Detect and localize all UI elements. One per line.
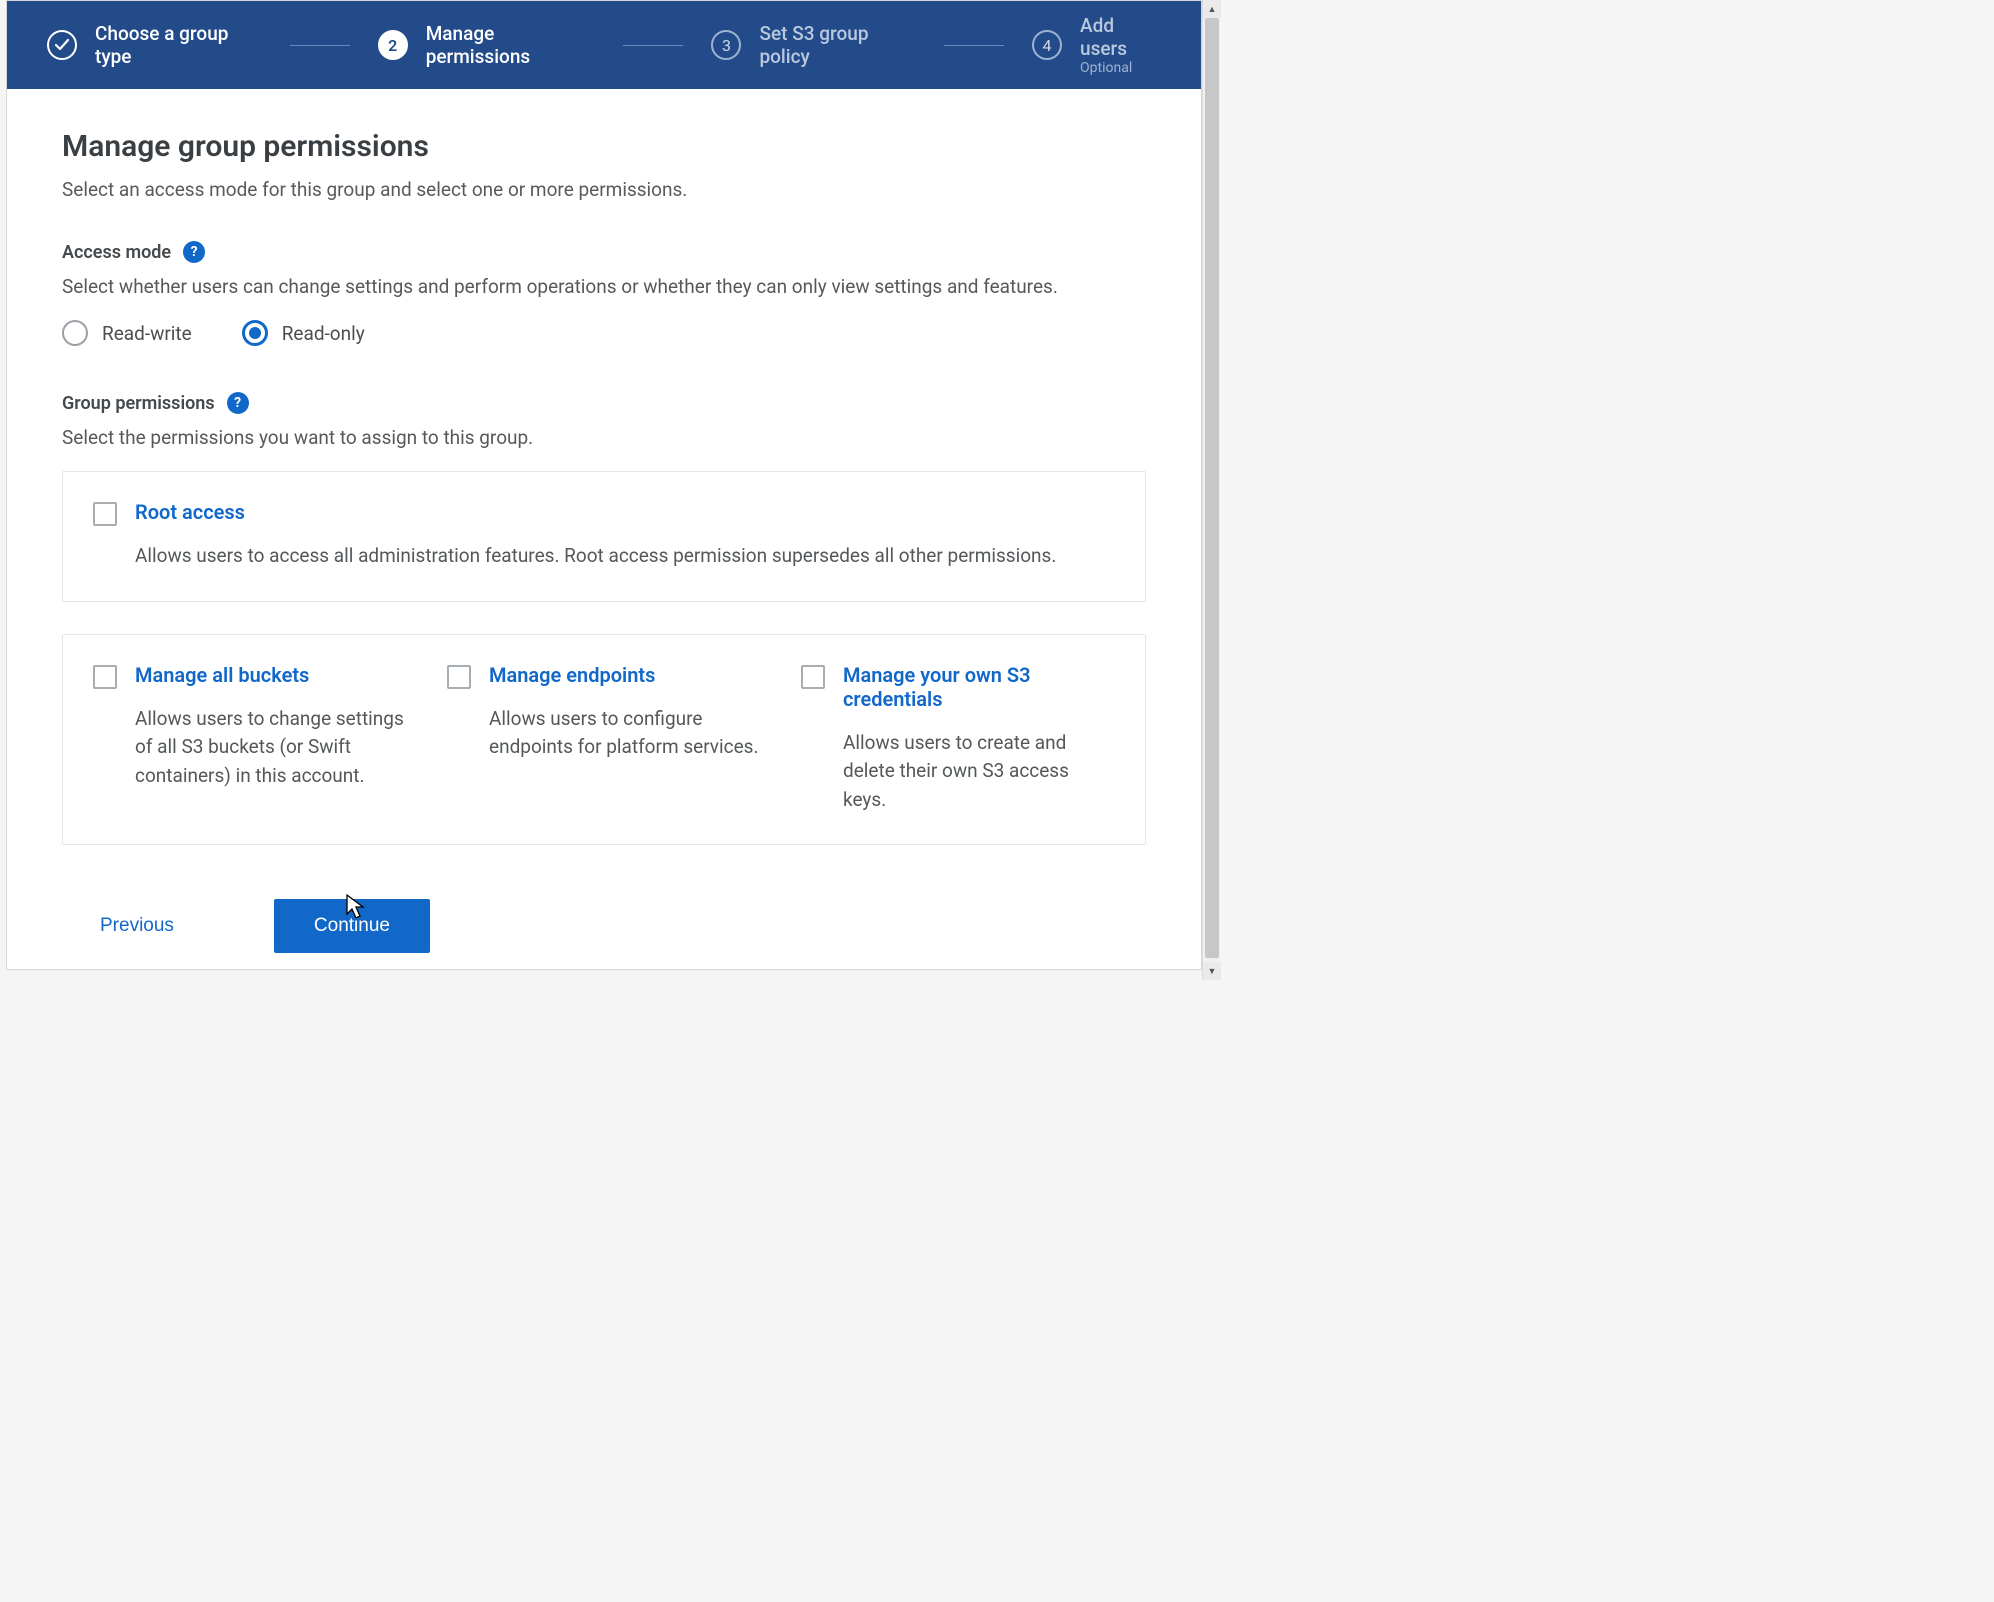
scroll-up-arrow-icon[interactable]: ▲	[1203, 0, 1221, 18]
perm-root-access: Root access Allows users to access all a…	[93, 500, 1115, 571]
perm-card-options: Manage all buckets Allows users to chang…	[62, 634, 1146, 846]
perm-title[interactable]: Root access	[135, 500, 1115, 524]
step-label: Choose a group type	[95, 22, 262, 68]
perm-desc: Allows users to change settings of all S…	[135, 705, 407, 791]
step-connector	[623, 45, 683, 46]
perm-desc: Allows users to configure endpoints for …	[489, 705, 761, 762]
access-mode-label: Access mode ?	[62, 241, 1146, 263]
help-icon[interactable]: ?	[183, 241, 205, 263]
perm-manage-all-buckets: Manage all buckets Allows users to chang…	[93, 663, 407, 815]
page-subtitle: Select an access mode for this group and…	[62, 178, 1146, 201]
step-choose-group-type[interactable]: Choose a group type	[47, 22, 262, 68]
radio-icon	[62, 320, 88, 346]
step-label: Add users	[1080, 14, 1161, 60]
perm-manage-own-s3-credentials: Manage your own S3 credentials Allows us…	[801, 663, 1115, 815]
scroll-down-arrow-icon[interactable]: ▼	[1203, 962, 1221, 980]
radio-read-write[interactable]: Read-write	[62, 320, 192, 346]
step-label: Set S3 group policy	[759, 22, 916, 68]
page-title: Manage group permissions	[62, 129, 1146, 164]
checkbox-manage-all-buckets[interactable]	[93, 665, 117, 689]
radio-read-only[interactable]: Read-only	[242, 320, 365, 346]
perm-title[interactable]: Manage endpoints	[489, 663, 761, 687]
step-number-icon: 4	[1032, 30, 1062, 60]
step-sublabel: Optional	[1080, 60, 1161, 76]
wizard-button-row: Previous Continue	[100, 899, 1146, 953]
continue-button[interactable]: Continue	[274, 899, 430, 953]
step-number-icon: 2	[378, 30, 408, 60]
scroll-thumb[interactable]	[1205, 18, 1219, 958]
radio-label: Read-only	[282, 322, 365, 345]
group-permissions-label: Group permissions ?	[62, 392, 1146, 414]
step-set-s3-policy[interactable]: 3 Set S3 group policy	[711, 22, 916, 68]
checkbox-manage-own-s3-credentials[interactable]	[801, 665, 825, 689]
perm-manage-endpoints: Manage endpoints Allows users to configu…	[447, 663, 761, 815]
step-connector	[290, 45, 350, 46]
access-mode-desc: Select whether users can change settings…	[62, 275, 1146, 298]
checkbox-manage-endpoints[interactable]	[447, 665, 471, 689]
perm-card-root: Root access Allows users to access all a…	[62, 471, 1146, 602]
previous-button[interactable]: Previous	[100, 915, 174, 937]
group-permissions-desc: Select the permissions you want to assig…	[62, 426, 1146, 449]
check-icon	[47, 30, 77, 60]
perm-desc: Allows users to create and delete their …	[843, 729, 1115, 815]
step-add-users[interactable]: 4 Add users Optional	[1032, 14, 1161, 76]
step-number-icon: 3	[711, 30, 741, 60]
main-content: Manage group permissions Select an acces…	[7, 89, 1201, 969]
help-icon[interactable]: ?	[227, 392, 249, 414]
step-manage-permissions[interactable]: 2 Manage permissions	[378, 22, 596, 68]
checkbox-root-access[interactable]	[93, 502, 117, 526]
wizard-stepper: Choose a group type 2 Manage permissions…	[7, 1, 1201, 89]
step-connector	[944, 45, 1004, 46]
step-label: Manage permissions	[426, 22, 596, 68]
access-mode-radio-group: Read-write Read-only	[62, 320, 1146, 346]
perm-title[interactable]: Manage your own S3 credentials	[843, 663, 1115, 711]
group-permissions-label-text: Group permissions	[62, 393, 215, 414]
perm-desc: Allows users to access all administratio…	[135, 542, 1115, 571]
vertical-scrollbar[interactable]: ▲ ▼	[1202, 0, 1220, 980]
radio-label: Read-write	[102, 322, 192, 345]
perm-title[interactable]: Manage all buckets	[135, 663, 407, 687]
access-mode-label-text: Access mode	[62, 242, 171, 263]
radio-icon	[242, 320, 268, 346]
